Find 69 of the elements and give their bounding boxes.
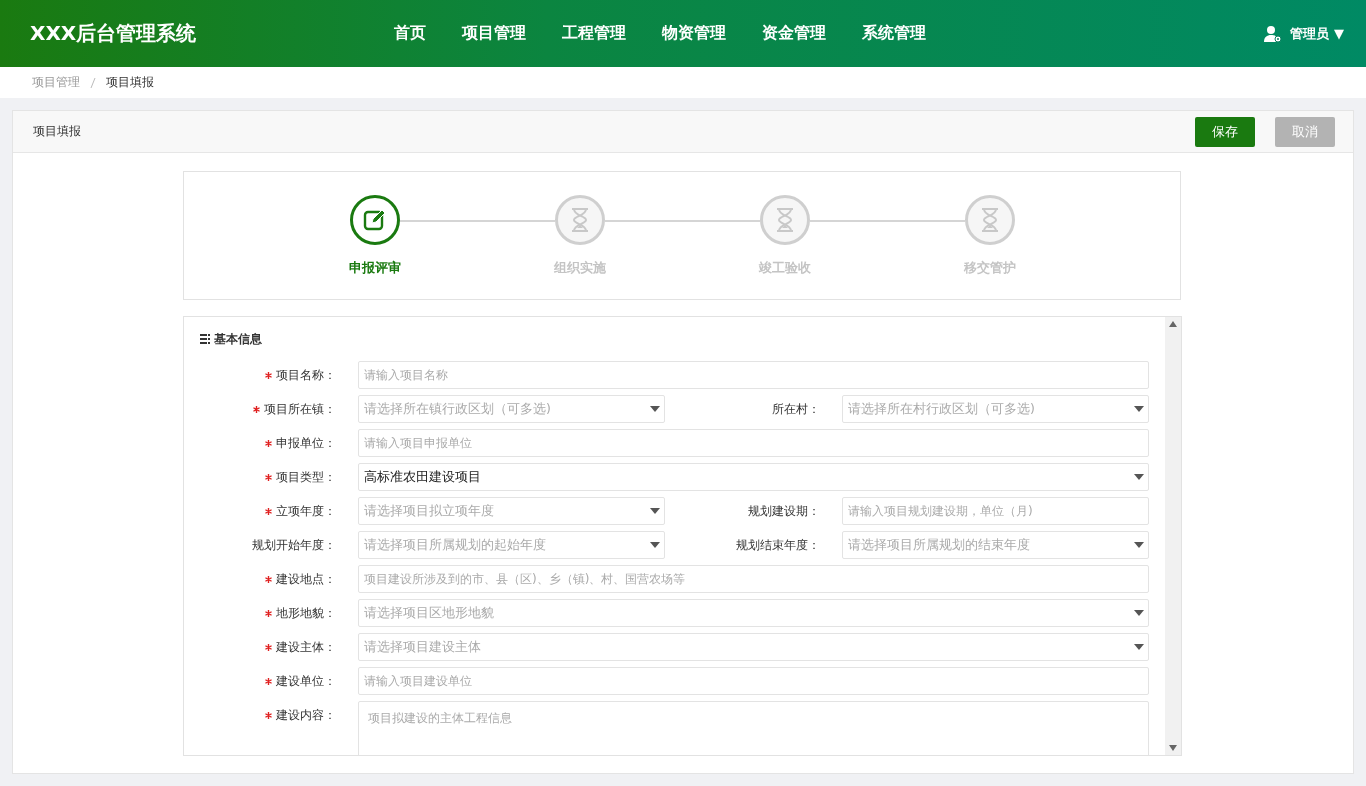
field-label: 项目类型：	[276, 468, 336, 486]
field-label: 地形地貌：	[276, 604, 336, 622]
card-title: 项目填报	[33, 123, 81, 140]
required-asterisk-icon	[265, 439, 272, 447]
select-field[interactable]: 高标准农田建设项目	[358, 463, 1149, 491]
field-label: 建设单位：	[276, 672, 336, 690]
list-icon	[200, 334, 210, 344]
input-field[interactable]: 项目建设所涉及到的市、县（区)、乡（镇)、村、国营农场等	[358, 565, 1149, 593]
field-label: 规划开始年度：	[252, 536, 336, 554]
field-label: 项目名称：	[276, 366, 336, 384]
select-field[interactable]: 请选择所在镇行政区划（可多选)	[358, 395, 665, 423]
save-button[interactable]: 保存	[1195, 116, 1255, 147]
field-label: 建设主体：	[276, 638, 336, 656]
required-asterisk-icon	[265, 371, 272, 379]
caret-icon	[1134, 542, 1144, 548]
step-label: 移交管护	[963, 259, 1016, 277]
nav-link[interactable]: 物资管理	[662, 23, 726, 44]
input-field[interactable]: 请输入项目名称	[358, 361, 1149, 389]
input-field[interactable]: 请输入项目规划建设期，单位（月)	[842, 497, 1149, 525]
caret-icon	[1134, 644, 1144, 650]
breadcrumb-item: 项目填报	[106, 74, 154, 91]
required-asterisk-icon	[265, 507, 272, 515]
nav-link[interactable]: 系统管理	[862, 23, 926, 44]
select-field[interactable]: 请选择项目建设主体	[358, 633, 1149, 661]
step-label: 申报评审	[348, 259, 401, 277]
required-asterisk-icon	[265, 677, 272, 685]
user-gear-icon[interactable]	[1264, 24, 1283, 43]
field-label: 规划建设期：	[748, 502, 820, 520]
required-asterisk-icon	[265, 473, 272, 481]
scroll-up-icon[interactable]	[1169, 321, 1177, 327]
required-asterisk-icon	[253, 405, 260, 413]
required-asterisk-icon	[265, 609, 272, 617]
breadcrumb-item[interactable]: 项目管理	[32, 74, 80, 91]
field-label: 建设地点：	[276, 570, 336, 588]
required-asterisk-icon	[265, 643, 272, 651]
select-field[interactable]: 请选择项目拟立项年度	[358, 497, 665, 525]
required-asterisk-icon	[265, 711, 272, 719]
nav-link[interactable]: 项目管理	[462, 23, 526, 44]
nav-link[interactable]: 工程管理	[562, 23, 626, 44]
caret-icon	[1134, 474, 1144, 480]
select-field[interactable]: 请选择项目所属规划的起始年度	[358, 531, 665, 559]
app-title: XXX后台管理系统	[29, 20, 198, 47]
field-label: 申报单位：	[276, 434, 336, 452]
caret-icon	[1134, 406, 1144, 412]
caret-icon	[650, 508, 660, 514]
scrollbar[interactable]	[1165, 317, 1181, 755]
breadcrumb-separator-icon	[90, 76, 96, 89]
section-title: 基本信息	[214, 330, 262, 348]
caret-icon	[650, 406, 660, 412]
select-field[interactable]: 请选择所在村行政区划（可多选)	[842, 395, 1149, 423]
required-asterisk-icon	[265, 575, 272, 583]
select-field[interactable]: 请选择项目所属规划的结束年度	[842, 531, 1149, 559]
nav-link[interactable]: 首页	[394, 23, 426, 44]
field-label: 立项年度：	[276, 502, 336, 520]
textarea-field[interactable]: 项目拟建设的主体工程信息	[358, 701, 1149, 755]
step-label: 组织实施	[553, 259, 606, 277]
field-label: 规划结束年度：	[736, 536, 820, 554]
field-label: 建设内容：	[276, 706, 336, 724]
input-field[interactable]: 请输入项目建设单位	[358, 667, 1149, 695]
input-field[interactable]: 请输入项目申报单位	[358, 429, 1149, 457]
user-menu[interactable]: 管理员 ▼	[1290, 24, 1344, 43]
scroll-down-icon[interactable]	[1169, 745, 1177, 751]
nav-link[interactable]: 资金管理	[762, 23, 826, 44]
caret-icon	[650, 542, 660, 548]
step-label: 竣工验收	[758, 259, 811, 277]
select-field[interactable]: 请选择项目区地形地貌	[358, 599, 1149, 627]
caret-icon	[1134, 610, 1144, 616]
field-label: 所在村：	[772, 400, 820, 418]
field-label: 项目所在镇：	[264, 400, 336, 418]
